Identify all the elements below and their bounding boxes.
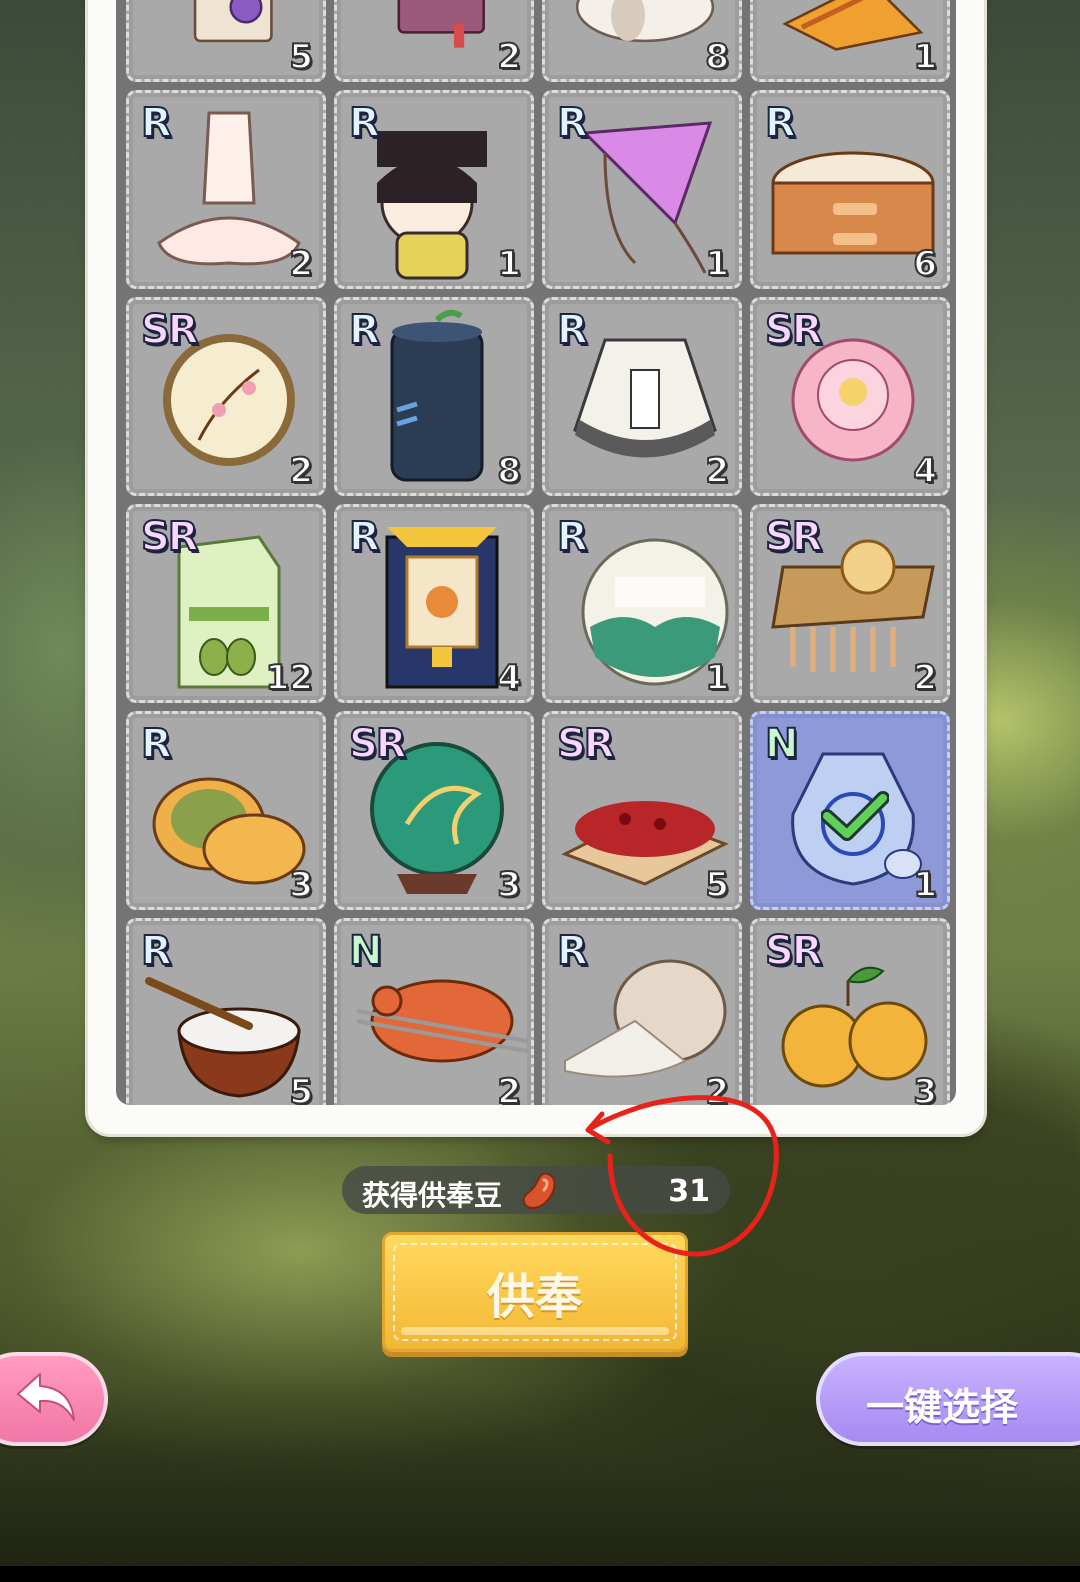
item-count: 4 <box>496 657 522 699</box>
bean-icon <box>522 1172 556 1209</box>
item-count: 2 <box>704 450 730 492</box>
inventory-item[interactable]: R4 <box>334 504 534 703</box>
inventory-item[interactable]: R2 <box>126 90 326 289</box>
item-count: 2 <box>288 450 314 492</box>
item-count: 5 <box>288 1071 314 1105</box>
item-count: 5 <box>288 36 314 78</box>
item-count: 2 <box>496 36 522 78</box>
inventory-item[interactable]: R2 <box>542 297 742 496</box>
inventory-item[interactable]: 2 <box>334 0 534 82</box>
item-count: 1 <box>496 243 522 285</box>
inventory-item[interactable]: SR 12 <box>126 504 326 703</box>
inventory-item[interactable]: R1 <box>542 504 742 703</box>
back-arrow-icon <box>17 1373 75 1421</box>
item-count: 1 <box>912 36 938 78</box>
inventory-item[interactable]: 1 <box>750 0 950 82</box>
item-count: 2 <box>912 657 938 699</box>
inventory-item[interactable]: 5 <box>126 0 326 82</box>
item-count: 12 <box>265 657 314 699</box>
offer-button-label: 供奉 <box>486 1269 583 1325</box>
item-count: 3 <box>496 864 522 906</box>
inventory-item[interactable]: 8 <box>542 0 742 82</box>
inventory-item[interactable]: SR 2 <box>126 297 326 496</box>
inventory-grid: 5 2 8 1 R 2 R 1 R 1 R 6 SR 2 R 8 R 2 SR 4 SR 12 R 4 R 1 SR 2 R 3 SR 3 SR… <box>126 0 954 1105</box>
rarity-badge: R <box>348 100 381 146</box>
inventory-item[interactable]: R5 <box>126 918 326 1105</box>
item-count: 1 <box>704 657 730 699</box>
item-count: 8 <box>496 450 522 492</box>
rarity-badge: SR <box>556 721 616 767</box>
item-count: 2 <box>288 243 314 285</box>
item-count: 6 <box>912 243 938 285</box>
bottom-system-bar <box>0 1566 1080 1582</box>
rarity-badge: SR <box>140 514 200 560</box>
rarity-badge: R <box>764 100 797 146</box>
rarity-badge: SR <box>348 721 408 767</box>
inventory-item[interactable]: SR 3 <box>750 918 950 1105</box>
inventory-item[interactable]: R8 <box>334 297 534 496</box>
rarity-badge: R <box>556 514 589 560</box>
rarity-badge: SR <box>764 928 824 974</box>
item-count: 8 <box>704 36 730 78</box>
inventory-item[interactable]: SR 5 <box>542 711 742 910</box>
red-annotation-circle <box>585 1095 779 1257</box>
rarity-badge: R <box>140 721 173 767</box>
item-count: 1 <box>704 243 730 285</box>
rarity-badge: R <box>348 514 381 560</box>
item-count: 1 <box>912 864 938 906</box>
rarity-badge: SR <box>140 307 200 353</box>
inventory-item[interactable]: R3 <box>126 711 326 910</box>
rarity-badge: R <box>556 928 589 974</box>
item-count: 5 <box>704 864 730 906</box>
reward-label: 获得供奉豆 <box>362 1179 503 1212</box>
inventory-item[interactable]: R1 <box>334 90 534 289</box>
rarity-badge: R <box>348 307 381 353</box>
checkmark-icon <box>821 791 889 841</box>
inventory-grid-container[interactable]: 5 2 8 1 R 2 R 1 R 1 R 6 SR 2 R 8 R 2 SR 4 SR 12 R 4 R 1 SR 2 R 3 SR 3 SR… <box>116 0 956 1105</box>
inventory-item[interactable]: SR 4 <box>750 297 950 496</box>
item-count: 3 <box>912 1071 938 1105</box>
back-button[interactable] <box>0 1352 108 1446</box>
item-count: 4 <box>912 450 938 492</box>
inventory-item[interactable]: R6 <box>750 90 950 289</box>
rarity-badge: SR <box>764 514 824 560</box>
inventory-item[interactable]: N2 <box>334 918 534 1105</box>
auto-select-button[interactable]: 一键选择 <box>816 1352 1080 1446</box>
rarity-badge: SR <box>764 307 824 353</box>
rarity-badge: N <box>348 928 384 974</box>
inventory-item[interactable]: SR 2 <box>750 504 950 703</box>
rarity-badge: R <box>140 928 173 974</box>
rarity-badge: R <box>556 100 589 146</box>
inventory-item-selected[interactable]: N1 <box>750 711 950 910</box>
rarity-badge: R <box>140 100 173 146</box>
rarity-badge: R <box>556 307 589 353</box>
inventory-item[interactable]: R1 <box>542 90 742 289</box>
auto-select-label: 一键选择 <box>866 1385 1019 1429</box>
item-count: 3 <box>288 864 314 906</box>
inventory-item[interactable]: SR 3 <box>334 711 534 910</box>
inventory-item[interactable]: R2 <box>542 918 742 1105</box>
rarity-badge: N <box>764 721 800 767</box>
item-count: 2 <box>496 1071 522 1105</box>
